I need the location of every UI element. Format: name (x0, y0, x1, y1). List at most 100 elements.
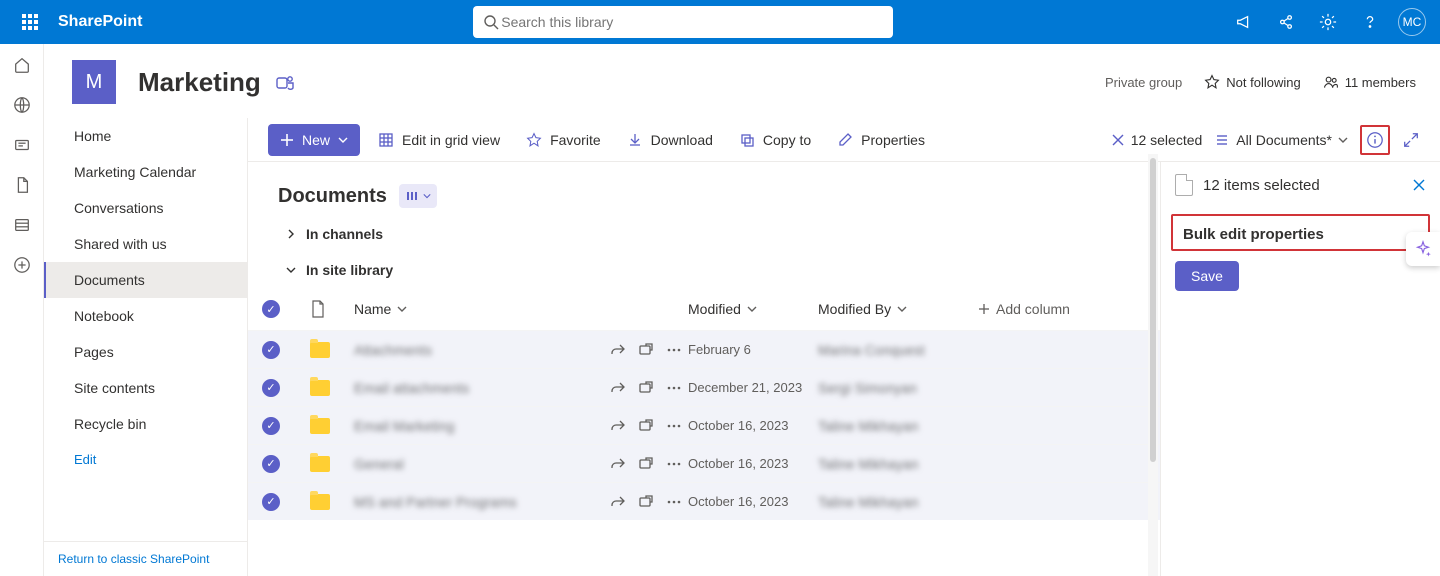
list-icon[interactable] (13, 216, 31, 234)
share-icon[interactable] (1266, 0, 1306, 44)
modified-by: Taline Mikhayan (818, 418, 978, 434)
row-checkbox[interactable] (262, 341, 280, 359)
add-column-button[interactable]: Add column (978, 301, 1098, 317)
nav-shared-with-us[interactable]: Shared with us (44, 226, 247, 262)
save-button[interactable]: Save (1175, 261, 1239, 291)
create-icon[interactable] (13, 256, 31, 274)
row-checkbox[interactable] (262, 379, 280, 397)
table-row[interactable]: General October 16, 2023 Taline Mikhayan (248, 444, 1160, 482)
more-actions-icon[interactable] (660, 494, 688, 510)
folder-icon (310, 494, 330, 510)
classic-link[interactable]: Return to classic SharePoint (44, 541, 247, 576)
table-row[interactable]: Email attachments December 21, 2023 Serg… (248, 368, 1160, 406)
copilot-fab[interactable] (1406, 232, 1440, 266)
help-icon[interactable] (1350, 0, 1390, 44)
search-input[interactable] (499, 13, 883, 31)
share-icon[interactable] (604, 342, 632, 358)
item-name[interactable]: Email attachments (354, 380, 604, 396)
grid-header: Name Modified Modified By (248, 288, 1160, 330)
item-name[interactable]: MS and Partner Programs (354, 494, 604, 510)
new-button[interactable]: New (268, 124, 360, 156)
modified-by: Taline Mikhayan (818, 494, 978, 510)
share-icon[interactable] (604, 418, 632, 434)
nav-site-contents[interactable]: Site contents (44, 370, 247, 406)
copy-to-button[interactable]: Copy to (731, 132, 819, 148)
home-icon[interactable] (13, 56, 31, 74)
sparkle-icon (1414, 240, 1432, 258)
suite-title[interactable]: SharePoint (58, 13, 142, 31)
shortcut-icon[interactable] (632, 342, 660, 358)
view-type-chip[interactable] (399, 184, 437, 208)
row-checkbox[interactable] (262, 455, 280, 473)
site-logo[interactable]: M (72, 60, 116, 104)
share-icon[interactable] (604, 380, 632, 396)
table-row[interactable]: Attachments February 6 Marina Conquest (248, 330, 1160, 368)
more-actions-icon[interactable] (660, 380, 688, 396)
shortcut-icon[interactable] (632, 418, 660, 434)
favorite-button[interactable]: Favorite (518, 132, 609, 148)
nav-documents[interactable]: Documents (44, 262, 247, 298)
group-in-site-library[interactable]: In site library (248, 252, 1160, 288)
clear-selection-button[interactable]: 12 selected (1111, 132, 1203, 148)
modified-date: October 16, 2023 (688, 456, 818, 471)
item-name[interactable]: Email Marketing (354, 418, 604, 434)
column-modified-by[interactable]: Modified By (818, 301, 978, 317)
nav-pages[interactable]: Pages (44, 334, 247, 370)
settings-icon[interactable] (1308, 0, 1348, 44)
star-icon (1204, 74, 1220, 90)
nav-conversations[interactable]: Conversations (44, 190, 247, 226)
more-actions-icon[interactable] (660, 342, 688, 358)
app-launcher[interactable] (8, 0, 52, 44)
members-button[interactable]: 11 members (1323, 74, 1416, 90)
file-type-column-icon[interactable] (310, 300, 326, 318)
avatar-initials: MC (1398, 8, 1426, 36)
share-icon[interactable] (604, 456, 632, 472)
row-checkbox[interactable] (262, 417, 280, 435)
vertical-scrollbar[interactable] (1148, 154, 1158, 576)
properties-button[interactable]: Properties (829, 132, 933, 148)
nav-notebook[interactable]: Notebook (44, 298, 247, 334)
row-checkbox[interactable] (262, 493, 280, 511)
megaphone-icon[interactable] (1224, 0, 1264, 44)
bulk-edit-title: Bulk edit properties (1183, 226, 1418, 243)
column-name[interactable]: Name (354, 301, 604, 317)
item-name[interactable]: General (354, 456, 604, 472)
modified-by: Marina Conquest (818, 342, 978, 358)
nav-edit[interactable]: Edit (44, 442, 247, 477)
copy-to-label: Copy to (763, 132, 811, 148)
download-button[interactable]: Download (619, 132, 721, 148)
follow-button[interactable]: Not following (1204, 74, 1300, 90)
more-actions-icon[interactable] (660, 418, 688, 434)
user-avatar[interactable]: MC (1392, 0, 1432, 44)
shortcut-icon[interactable] (632, 494, 660, 510)
details-pane-toggle[interactable] (1360, 125, 1390, 155)
close-details-button[interactable] (1412, 178, 1426, 192)
table-row[interactable]: MS and Partner Programs October 16, 2023… (248, 482, 1160, 520)
share-icon[interactable] (604, 494, 632, 510)
nav-home[interactable]: Home (44, 118, 247, 154)
news-icon[interactable] (13, 136, 31, 154)
members-label: 11 members (1345, 75, 1416, 90)
edit-grid-button[interactable]: Edit in grid view (370, 132, 508, 148)
select-all-checkbox[interactable] (262, 300, 280, 318)
modified-date: October 16, 2023 (688, 494, 818, 509)
files-icon[interactable] (13, 176, 31, 194)
teams-icon[interactable] (275, 72, 295, 92)
column-modified[interactable]: Modified (688, 301, 818, 317)
generic-file-icon (1175, 174, 1193, 196)
chevron-down-icon (747, 304, 757, 314)
nav-recycle-bin[interactable]: Recycle bin (44, 406, 247, 442)
chevron-down-icon (338, 135, 348, 145)
table-row[interactable]: Email Marketing October 16, 2023 Taline … (248, 406, 1160, 444)
more-actions-icon[interactable] (660, 456, 688, 472)
site-title[interactable]: Marketing (138, 67, 261, 98)
group-in-channels[interactable]: In channels (248, 216, 1160, 252)
fullscreen-button[interactable] (1402, 131, 1420, 149)
nav-marketing-calendar[interactable]: Marketing Calendar (44, 154, 247, 190)
shortcut-icon[interactable] (632, 456, 660, 472)
search-box[interactable] (473, 6, 893, 38)
globe-icon[interactable] (13, 96, 31, 114)
view-selector[interactable]: All Documents* (1214, 132, 1348, 148)
item-name[interactable]: Attachments (354, 342, 604, 358)
shortcut-icon[interactable] (632, 380, 660, 396)
